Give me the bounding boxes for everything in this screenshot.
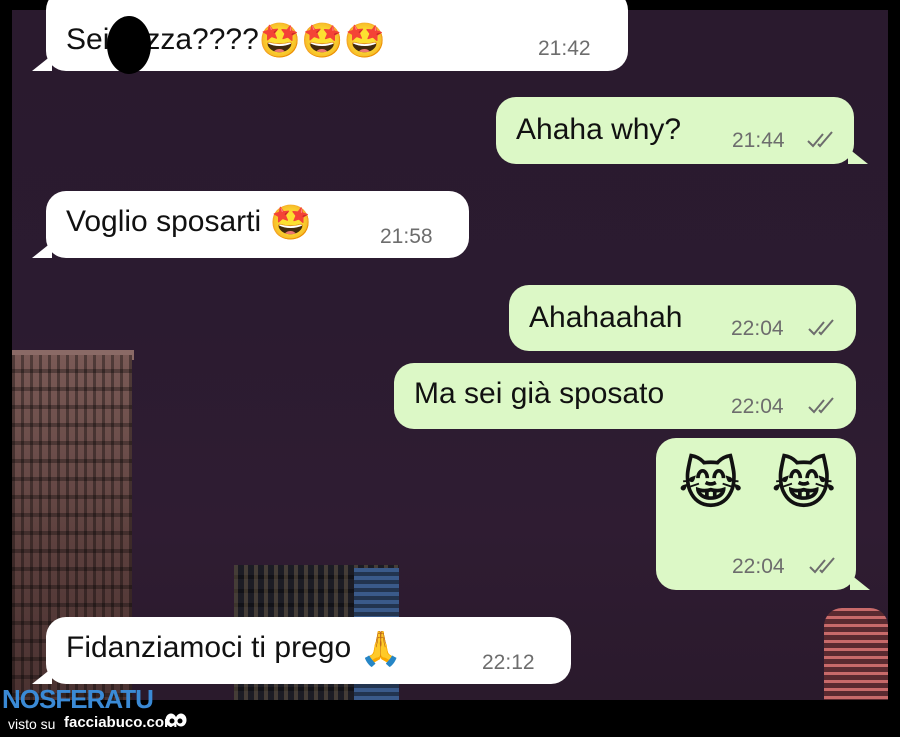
message-text: Fidanziamoci ti prego 🙏 [66,631,402,666]
message-time: 22:04 [732,555,785,578]
message-time: 22:04 [731,395,784,418]
message-bubble-outgoing[interactable]: 😹 😹 22:04 [656,438,870,590]
watermark-visto-su: visto su [8,716,56,732]
watermark-brand: NOSFERATU [2,684,154,714]
message-text-content: Voglio sposarti [66,205,262,238]
message-text: Voglio sposarti 🤩 [66,205,312,240]
message-time: 21:58 [380,225,433,248]
message-time: 22:12 [482,651,535,674]
cat-tears-of-joy-emoji: 😹 😹 [678,452,843,515]
message-text: Sei zza????🤩🤩🤩 [66,12,386,74]
double-check-icon [808,397,834,414]
censor-blot [107,16,152,74]
double-check-icon [809,557,835,574]
message-bubble-incoming[interactable]: Fidanziamoci ti prego 🙏 22:12 [32,617,571,684]
message-time: 22:04 [731,317,784,340]
message-text-start: Sei [66,22,110,56]
star-struck-emoji: 🤩🤩🤩 [258,22,386,60]
message-time: 21:42 [538,37,591,60]
eyes-icon [165,713,187,727]
message-emoji: 😹 😹 [678,456,842,512]
star-struck-emoji: 🤩 [269,204,312,243]
building-right [824,608,888,700]
message-text-content: Fidanziamoci ti prego [66,631,352,664]
message-text: Ahahaahah [529,301,683,334]
double-check-icon [808,319,834,336]
message-bubble-incoming[interactable]: Sei zza????🤩🤩🤩 21:42 [32,0,628,74]
message-text: Ahaha why? [516,113,682,146]
watermark-site: facciabuco.com [64,714,178,731]
message-bubble-incoming[interactable]: Voglio sposarti 🤩 21:58 [32,191,469,258]
message-text: Ma sei già sposato [414,377,665,410]
message-time: 21:44 [732,129,785,152]
message-bubble-outgoing[interactable]: Ahahaahah 22:04 [509,285,856,351]
message-bubble-outgoing[interactable]: Ahaha why? 21:44 [496,97,868,164]
folded-hands-emoji: 🙏 [359,630,402,669]
double-check-icon [807,131,833,148]
message-bubble-outgoing[interactable]: Ma sei già sposato 22:04 [394,363,856,429]
message-text-end: zza???? [145,22,259,56]
